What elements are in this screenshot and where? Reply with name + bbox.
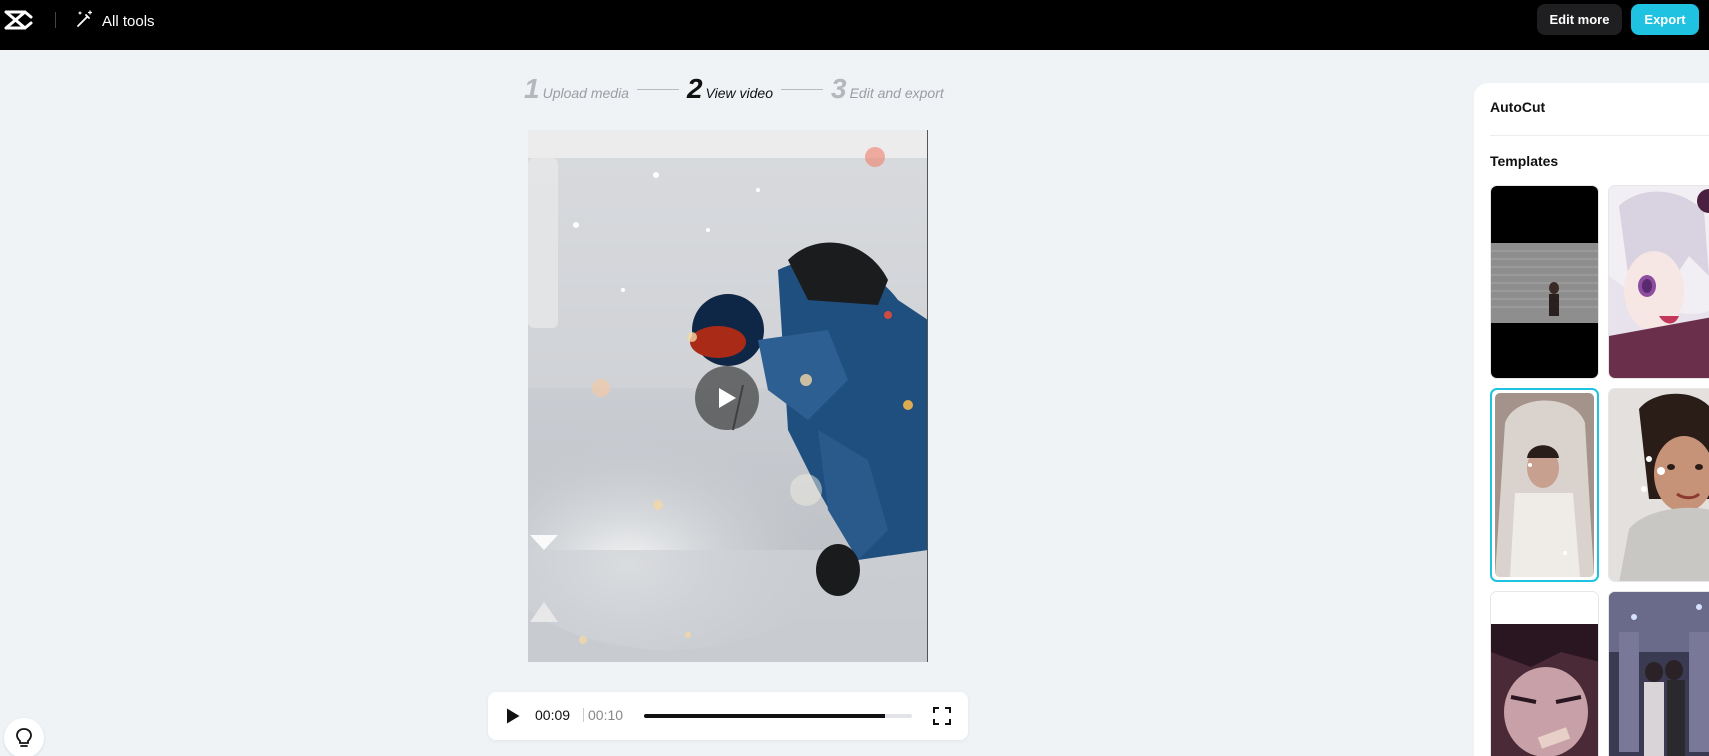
all-tools-label: All tools — [102, 13, 155, 30]
play-button[interactable] — [504, 707, 522, 725]
template-card[interactable] — [1608, 591, 1709, 756]
template-thumbnail — [1491, 592, 1598, 756]
play-icon — [507, 708, 520, 724]
progress-stepper: 1 Upload media 2 View video 3 Edit and e… — [524, 74, 944, 104]
template-thumbnail-wrapper — [1495, 393, 1594, 577]
template-card[interactable] — [1608, 185, 1709, 379]
progress-bar[interactable] — [644, 714, 912, 718]
video-preview[interactable] — [528, 130, 928, 662]
step-number: 2 — [686, 73, 703, 104]
topbar-divider — [55, 12, 56, 28]
step-view-video: 2 View video — [687, 75, 773, 103]
step-connector — [636, 88, 679, 90]
template-thumbnail — [1609, 389, 1709, 581]
export-button[interactable]: Export — [1631, 4, 1699, 35]
step-label: Edit and export — [849, 85, 944, 101]
capcut-logo-icon[interactable] — [3, 8, 33, 32]
magic-wand-icon — [76, 10, 94, 33]
lightbulb-icon — [16, 728, 32, 747]
fullscreen-button[interactable] — [932, 706, 952, 726]
panel-divider — [1490, 135, 1709, 136]
player-controls: 00:09 00:10 — [488, 692, 968, 740]
duration: 00:10 — [588, 707, 624, 723]
panel-title: AutoCut — [1490, 99, 1546, 115]
autocut-panel: AutoCut Templates — [1474, 83, 1709, 756]
template-card-selected[interactable] — [1490, 388, 1599, 582]
template-card[interactable] — [1490, 185, 1599, 379]
step-label: View video — [705, 85, 773, 101]
play-icon — [719, 388, 736, 408]
template-thumbnail — [1495, 393, 1594, 577]
step-connector — [781, 88, 823, 90]
all-tools-button[interactable]: All tools — [76, 10, 155, 33]
template-card[interactable] — [1608, 388, 1709, 582]
step-label: Upload media — [542, 85, 629, 101]
template-thumbnail — [1491, 186, 1598, 378]
template-card[interactable] — [1490, 591, 1599, 756]
edit-more-button[interactable]: Edit more — [1537, 4, 1622, 35]
time-separator — [583, 708, 584, 722]
current-time: 00:09 — [535, 707, 571, 723]
step-number: 3 — [831, 73, 847, 104]
step-edit-and-export: 3 Edit and export — [831, 75, 944, 103]
step-number: 1 — [524, 73, 540, 104]
template-thumbnail — [1609, 592, 1709, 756]
step-upload-media: 1 Upload media — [524, 75, 629, 103]
top-bar: All tools Edit more Export — [0, 0, 1709, 50]
templates-heading: Templates — [1490, 153, 1559, 169]
progress-fill — [644, 714, 886, 718]
play-overlay-button[interactable] — [695, 366, 759, 430]
template-thumbnail — [1609, 186, 1709, 378]
fullscreen-icon — [933, 707, 951, 725]
tips-button[interactable] — [4, 718, 44, 756]
